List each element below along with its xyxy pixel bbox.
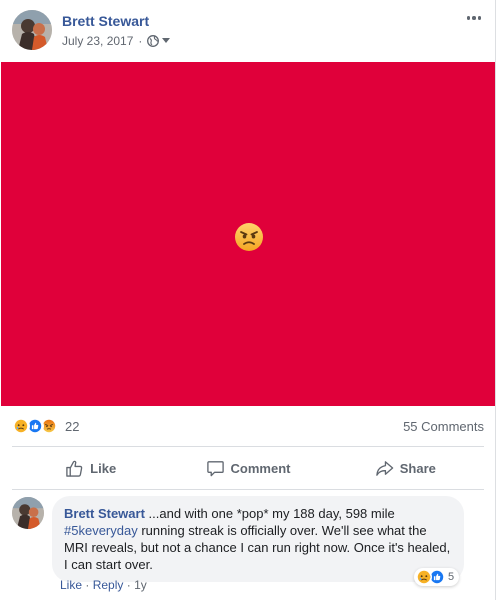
commenter-avatar[interactable]: [12, 497, 44, 529]
comment-actions-separator: ·: [85, 578, 90, 592]
facebook-post: Brett Stewart July 23, 2017 · 22 55 Comm…: [0, 0, 496, 600]
divider: [12, 489, 484, 490]
share-icon: [375, 460, 393, 476]
angry-face-icon: [235, 223, 263, 251]
post-meta: July 23, 2017 ·: [62, 34, 171, 48]
comment-actions-separator: ·: [126, 578, 131, 592]
post-image[interactable]: [1, 62, 495, 406]
chevron-down-icon[interactable]: [162, 38, 171, 44]
comment-bubble: Brett Stewart ...and with one *pop* my 1…: [52, 496, 464, 582]
post-date[interactable]: July 23, 2017: [62, 34, 133, 48]
sad-reaction-icon: [416, 569, 432, 585]
like-label: Like: [90, 460, 117, 476]
like-button[interactable]: Like: [12, 451, 169, 485]
meta-separator: ·: [138, 34, 143, 48]
comment-button[interactable]: Comment: [169, 451, 326, 485]
share-label: Share: [399, 460, 436, 476]
thumbs-up-icon: [66, 460, 83, 477]
comment-timestamp[interactable]: 1y: [134, 578, 147, 592]
comment-actions: Like · Reply · 1y: [60, 578, 147, 592]
sad-reaction-icon: [12, 417, 30, 435]
comment-reaction-count: 5: [448, 571, 455, 583]
post-header: Brett Stewart July 23, 2017 ·: [12, 10, 484, 56]
reaction-icons[interactable]: [12, 417, 58, 435]
share-button[interactable]: Share: [327, 451, 484, 485]
comment-reply-link[interactable]: Reply: [93, 578, 124, 592]
divider: [12, 446, 484, 447]
reaction-count[interactable]: 22: [65, 419, 79, 434]
comment-count[interactable]: 55 Comments: [403, 419, 484, 434]
comment-label: Comment: [230, 460, 291, 476]
author-name[interactable]: Brett Stewart: [62, 13, 149, 29]
comment-like-link[interactable]: Like: [60, 578, 82, 592]
commenter-name[interactable]: Brett Stewart: [64, 506, 145, 521]
author-avatar[interactable]: [12, 10, 52, 50]
hashtag-link[interactable]: #5keveryday: [64, 523, 138, 538]
more-options-icon[interactable]: [464, 12, 484, 24]
comment-text: ...and with one *pop* my 188 day, 598 mi…: [144, 506, 395, 521]
reactions-summary: 22 55 Comments: [12, 416, 484, 438]
comment-icon: [206, 460, 224, 476]
post-actions: Like Comment Share: [12, 451, 484, 485]
comment-reactions[interactable]: 5: [414, 568, 460, 586]
globe-icon[interactable]: [147, 35, 160, 47]
